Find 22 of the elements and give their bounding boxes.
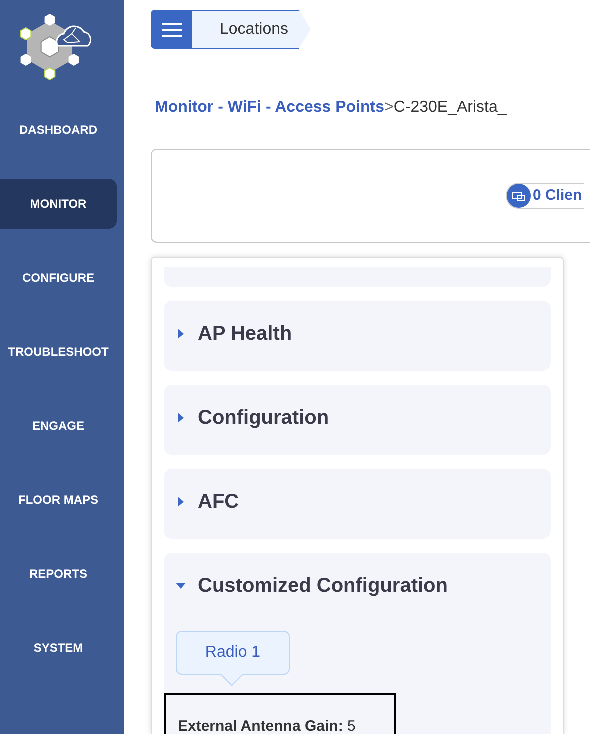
nav-item[interactable]: ENGAGE — [0, 401, 117, 451]
nav-item[interactable]: MONITOR — [0, 179, 117, 229]
breadcrumb-current: C-230E_Arista_ — [394, 98, 507, 118]
nav-item[interactable]: SYSTEM — [0, 623, 117, 673]
menu-icon — [160, 22, 182, 38]
nav-item[interactable]: REPORTS — [0, 549, 117, 599]
breadcrumb-link[interactable]: Monitor - WiFi - Access Points — [155, 96, 384, 120]
nav-item[interactable]: TROUBLESHOOT — [0, 327, 117, 377]
menu-button[interactable] — [151, 10, 192, 49]
antenna-gain-text: External Antenna Gain: 5 — [178, 716, 356, 734]
accordion-header[interactable]: AFC — [176, 487, 240, 517]
accordion-header[interactable]: Customized Configuration — [176, 571, 448, 601]
locations-button[interactable]: Locations — [192, 10, 311, 49]
nav-item[interactable]: DASHBOARD — [0, 105, 117, 155]
nav-item[interactable]: FLOOR MAPS — [0, 475, 117, 525]
accordion-header[interactable]: AP Health — [176, 319, 292, 349]
devices-icon — [507, 184, 531, 208]
clients-count: 0 Clien — [533, 186, 582, 206]
clients-chip[interactable]: 0 Clien — [506, 183, 584, 209]
breadcrumb-separator: > — [384, 98, 394, 118]
accordion-header[interactable]: Configuration — [176, 403, 330, 433]
nav-item[interactable]: CONFIGURE — [0, 253, 117, 303]
